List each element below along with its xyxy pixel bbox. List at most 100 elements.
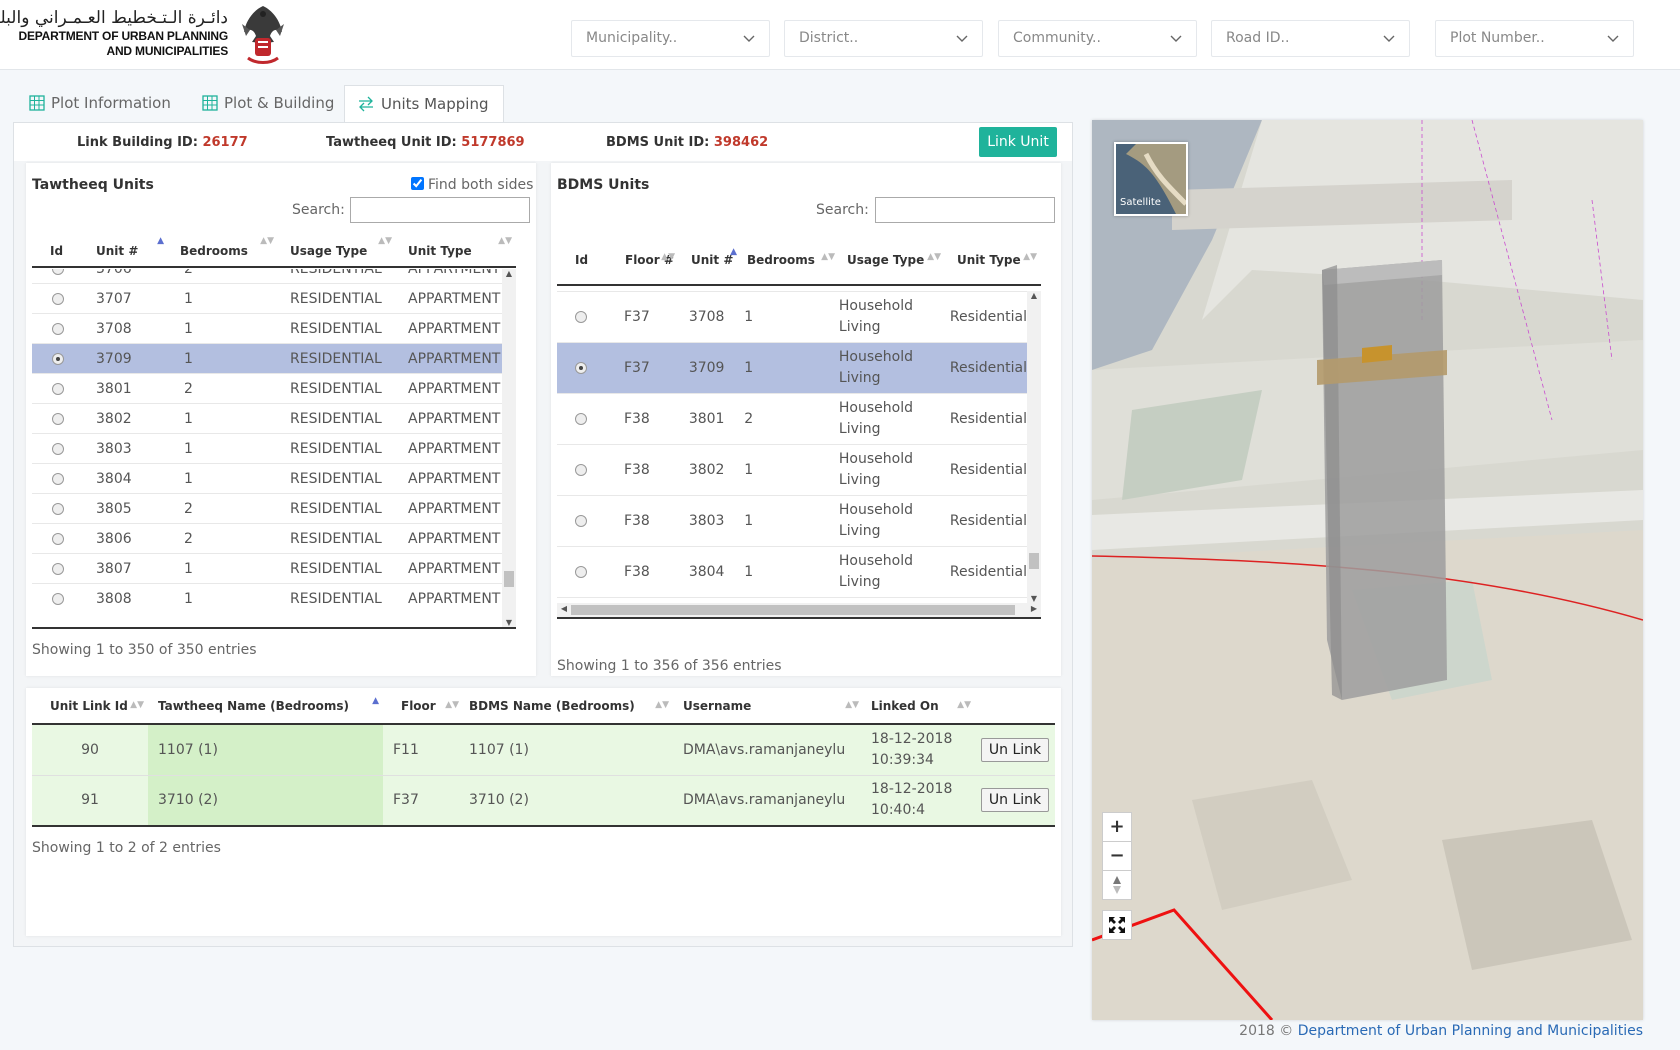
compass-button[interactable] — [1102, 870, 1132, 900]
col-floor[interactable]: Floor # ▲▼ — [613, 235, 679, 285]
scroll-up-arrow-icon[interactable]: ▲ — [502, 269, 516, 278]
road-id-select[interactable]: Road ID.. — [1211, 20, 1410, 57]
table-row[interactable]: 3807 1 RESIDENTIAL APPARTMENT — [32, 553, 516, 584]
table-row[interactable]: 3802 1 RESIDENTIAL APPARTMENT — [32, 403, 516, 434]
row-radio-selected[interactable] — [575, 362, 587, 374]
row-radio[interactable] — [52, 412, 64, 425]
col-bedrooms[interactable]: Bedrooms ▲▼ — [168, 235, 278, 267]
col-id-label: Id — [50, 243, 64, 258]
table-row[interactable]: 3808 1 RESIDENTIAL APPARTMENT — [32, 583, 516, 614]
tab-plot-building[interactable]: Plot & Building — [190, 85, 346, 122]
row-radio[interactable] — [52, 562, 64, 575]
bdms-vertical-scrollbar[interactable]: ▲ ▼ — [1027, 291, 1041, 603]
unlink-button[interactable]: Un Link — [980, 737, 1050, 762]
footer-dupm-link[interactable]: Department of Urban Planning and Municip… — [1298, 1023, 1643, 1039]
dupm-logo[interactable]: دائـرة الـتـخطيط العـمـراني والبلديات DE… — [0, 6, 290, 66]
col-unit[interactable]: Unit # ▲ — [84, 235, 168, 267]
row-radio-selected[interactable] — [52, 352, 64, 365]
table-row[interactable]: 3708 1 RESIDENTIAL APPARTMENT — [32, 313, 516, 344]
table-row[interactable]: 3804 1 RESIDENTIAL APPARTMENT — [32, 463, 516, 494]
col-bdms-name[interactable]: BDMS Name (Bedrooms) ▲▼ — [463, 688, 673, 724]
col-usage-type[interactable]: Usage Type ▲▼ — [839, 235, 945, 285]
floor-cell: F11 — [383, 723, 463, 775]
row-radio[interactable] — [52, 292, 64, 305]
row-radio[interactable] — [575, 515, 587, 527]
table-row[interactable]: 3805 2 RESIDENTIAL APPARTMENT — [32, 493, 516, 524]
table-row[interactable]: F38 3803 1 Household Living Residential — [557, 495, 1027, 547]
scroll-left-arrow-icon[interactable]: ◀ — [557, 604, 571, 613]
scrollbar-thumb[interactable] — [504, 571, 514, 587]
type-cell: APPARTMENT — [396, 313, 516, 344]
find-both-sides-input[interactable] — [411, 177, 424, 190]
unit-cell: 3709 — [84, 343, 168, 374]
row-radio[interactable] — [575, 566, 587, 578]
unlink-button[interactable]: Un Link — [980, 788, 1050, 813]
table-row[interactable]: F38 3804 1 Household Living Residential — [557, 546, 1027, 598]
col-unit-link-id[interactable]: Unit Link Id ▲▼ — [32, 688, 148, 724]
logo-arabic-text: دائـرة الـتـخطيط العـمـراني والبلديات — [0, 8, 228, 28]
row-radio[interactable] — [52, 502, 64, 515]
col-usage-type[interactable]: Usage Type ▲▼ — [278, 235, 396, 267]
tab-plot-information[interactable]: Plot Information — [17, 85, 183, 122]
community-select[interactable]: Community.. — [998, 20, 1197, 57]
table-row[interactable]: 37062RESIDENTIALAPPARTMENT — [32, 269, 516, 284]
row-radio[interactable] — [52, 269, 64, 275]
bdms-units-title: BDMS Units — [557, 177, 650, 193]
row-radio[interactable] — [52, 592, 64, 605]
row-radio[interactable] — [52, 532, 64, 545]
fullscreen-button[interactable] — [1102, 910, 1132, 940]
table-row[interactable]: F38 3801 2 Household Living Residential — [557, 393, 1027, 445]
scroll-down-arrow-icon[interactable]: ▼ — [502, 618, 516, 627]
scrollbar-thumb[interactable] — [1029, 553, 1039, 569]
scrollbar-thumb[interactable] — [571, 605, 1015, 615]
map-3d-view[interactable]: Satellite + − — [1092, 120, 1643, 1020]
table-row[interactable]: F37 3708 1 Household Living Residential — [557, 291, 1027, 343]
col-floor[interactable]: Floor ▲▼ — [383, 688, 463, 724]
sort-asc-icon: ▲ — [157, 236, 164, 246]
row-radio[interactable] — [52, 472, 64, 485]
row-radio[interactable] — [52, 322, 64, 335]
row-radio[interactable] — [52, 382, 64, 395]
table-row[interactable]: 3806 2 RESIDENTIAL APPARTMENT — [32, 523, 516, 554]
row-radio[interactable] — [575, 413, 587, 425]
district-select[interactable]: District.. — [784, 20, 983, 57]
zoom-in-button[interactable]: + — [1102, 812, 1132, 842]
zoom-out-button[interactable]: − — [1102, 841, 1132, 871]
scroll-up-arrow-icon[interactable]: ▲ — [1027, 291, 1041, 300]
col-linked-on[interactable]: Linked On ▲▼ — [863, 688, 975, 724]
row-radio[interactable] — [52, 442, 64, 455]
municipality-placeholder: Municipality.. — [586, 30, 678, 46]
table-row-selected[interactable]: 3709 1 RESIDENTIAL APPARTMENT — [32, 343, 516, 374]
table-row[interactable]: F38 3802 1 Household Living Residential — [557, 444, 1027, 496]
col-tawtheeq-name[interactable]: Tawtheeq Name (Bedrooms) ▲ — [148, 688, 383, 724]
grid-icon — [202, 95, 218, 111]
tawtheeq-table-body: 37062RESIDENTIALAPPARTMENT 37071RESIDENT… — [32, 269, 516, 627]
satellite-basemap-toggle[interactable]: Satellite — [1114, 142, 1188, 216]
find-both-sides-checkbox[interactable]: Find both sides — [411, 177, 533, 193]
table-row[interactable]: 3803 1 RESIDENTIAL APPARTMENT — [32, 433, 516, 464]
col-username[interactable]: Username ▲▼ — [673, 688, 863, 724]
scroll-down-arrow-icon[interactable]: ▼ — [1027, 594, 1041, 603]
col-bedrooms[interactable]: Bedrooms ▲▼ — [741, 235, 839, 285]
table-row-selected[interactable]: F37 3709 1 Household Living Residential — [557, 342, 1027, 394]
table-row[interactable]: 3801 2 RESIDENTIAL APPARTMENT — [32, 373, 516, 404]
tab-units-mapping[interactable]: Units Mapping — [344, 85, 504, 122]
col-unit[interactable]: Unit # ▲ — [679, 235, 741, 285]
col-unit-type[interactable]: Unit Type ▲▼ — [396, 235, 516, 267]
col-id[interactable]: Id — [32, 235, 84, 267]
row-radio[interactable] — [575, 311, 587, 323]
bdms-search-input[interactable] — [875, 197, 1055, 223]
col-id[interactable]: Id — [557, 235, 613, 285]
tawtheeq-search-input[interactable] — [350, 197, 530, 223]
bdms-horizontal-scrollbar[interactable]: ◀ ▶ — [557, 603, 1041, 617]
municipality-select[interactable]: Municipality.. — [571, 20, 770, 57]
col-unit-type[interactable]: Unit Type ▲▼ — [945, 235, 1041, 285]
plot-number-select[interactable]: Plot Number.. — [1435, 20, 1634, 57]
link-unit-button[interactable]: Link Unit — [979, 127, 1057, 157]
chevron-down-icon — [1607, 35, 1619, 42]
tawtheeq-rows: 37062RESIDENTIALAPPARTMENT 37071RESIDENT… — [32, 269, 516, 614]
scroll-right-arrow-icon[interactable]: ▶ — [1027, 604, 1041, 613]
table-row[interactable]: 3707 1 RESIDENTIAL APPARTMENT — [32, 283, 516, 314]
row-radio[interactable] — [575, 464, 587, 476]
tawtheeq-scrollbar[interactable]: ▲ ▼ — [502, 269, 516, 627]
